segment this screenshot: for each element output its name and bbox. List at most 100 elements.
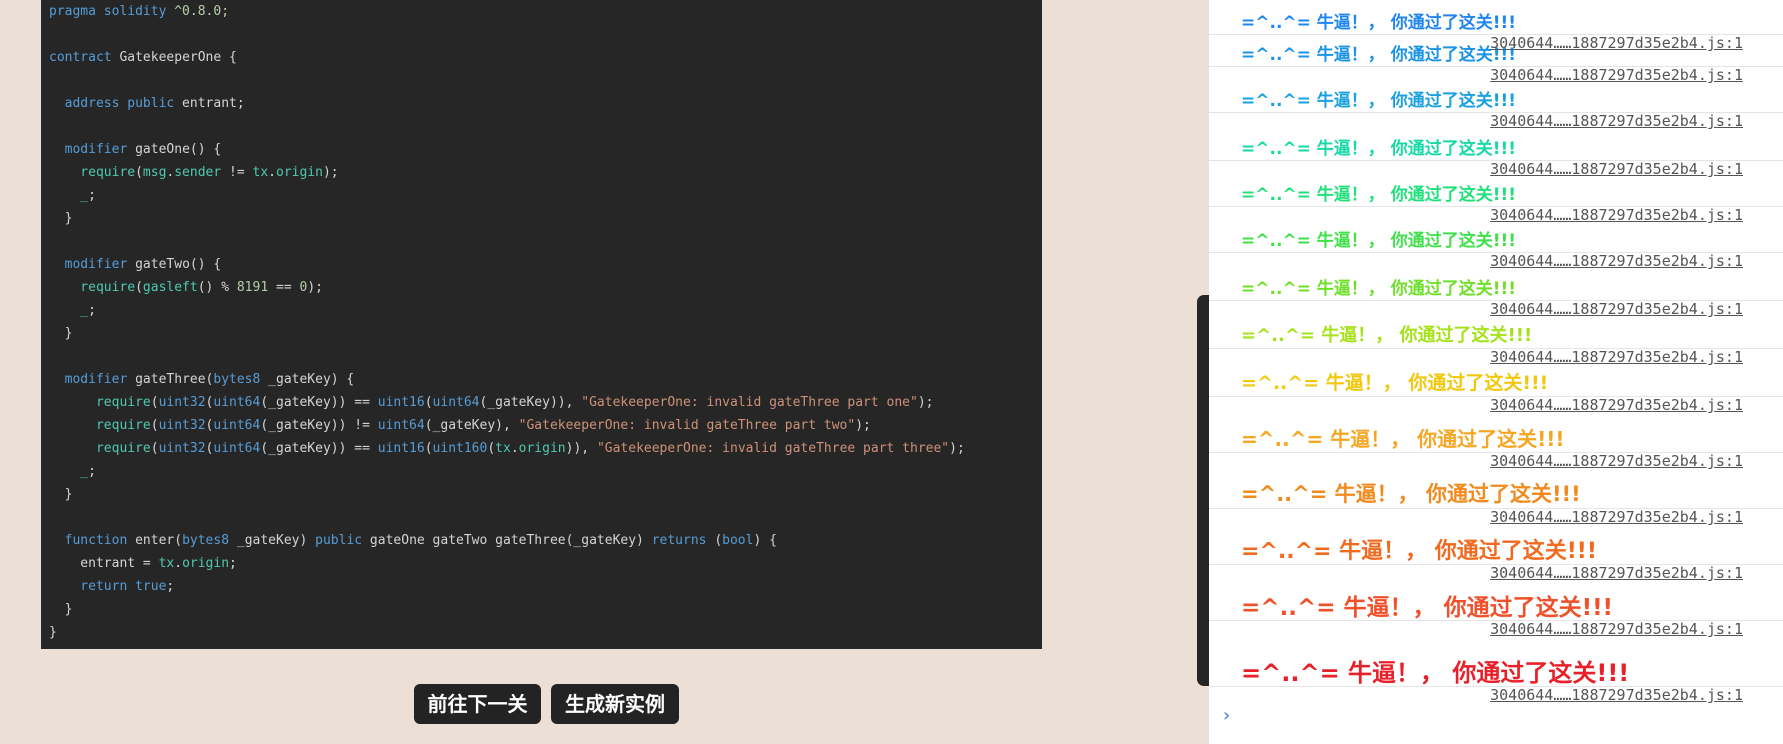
console-source-link[interactable]: 3040644……1887297d35e2b4.js:1 [1490, 396, 1743, 414]
code-token: GatekeeperOne { [111, 50, 237, 65]
console-source-link[interactable]: 3040644……1887297d35e2b4.js:1 [1490, 348, 1743, 366]
code-token: == [268, 280, 300, 295]
code-token: "GatekeeperOne: invalid gateThree part t… [596, 441, 950, 456]
console-source-link[interactable]: 3040644……1887297d35e2b4.js:1 [1490, 160, 1743, 178]
code-token: "GatekeeperOne: invalid gateThree part t… [518, 418, 856, 433]
console-source-link[interactable]: 3040644……1887297d35e2b4.js:1 [1490, 508, 1743, 526]
console-log-message: =^..^= 牛逼！， 你通过了这关!!! [1241, 595, 1614, 621]
code-token: contract [49, 50, 112, 65]
code-token: (_gateKey)), [479, 395, 582, 410]
code-token: ( [487, 441, 496, 456]
code-token: ( [135, 280, 143, 295]
console-log-message: =^..^= 牛逼！， 你通过了这关!!! [1241, 539, 1597, 564]
code-token: bool [722, 533, 754, 548]
console-log-message: =^..^= 牛逼！， 你通过了这关!!! [1241, 482, 1581, 506]
code-token: uint64 [213, 395, 261, 410]
code-token: . [174, 556, 183, 571]
console-source-link[interactable]: 3040644……1887297d35e2b4.js:1 [1490, 620, 1743, 638]
code-line: return true; [49, 575, 965, 598]
code-line: } [49, 483, 965, 506]
console-prompt-icon[interactable]: › [1221, 705, 1232, 726]
code-token: gateThree( [127, 372, 214, 387]
source-code-panel: pragma solidity ^0.8.0; contract Gatekeep… [41, 0, 1042, 649]
code-line: require(gasleft() % 8191 == 0); [49, 276, 965, 299]
code-token: gateOne() { [127, 142, 222, 157]
console-log-message: =^..^= 牛逼！， 你通过了这关!!! [1241, 325, 1533, 346]
code-token: ; [229, 556, 237, 571]
code-line: entrant = tx.origin; [49, 552, 965, 575]
code-token: public [315, 533, 363, 548]
console-log-message: =^..^= 牛逼！， 你通过了这关!!! [1241, 279, 1516, 299]
console-log-message: =^..^= 牛逼！， 你通过了这关!!! [1241, 659, 1630, 687]
code-token: gateOne gateTwo gateThree(_gateKey) [362, 533, 652, 548]
code-line: require(msg.sender != tx.origin); [49, 161, 965, 184]
console-source-link[interactable]: 3040644……1887297d35e2b4.js:1 [1490, 252, 1743, 270]
code-token: require [49, 395, 151, 410]
console-log-message: =^..^= 牛逼！， 你通过了这关!!! [1241, 372, 1549, 394]
code-token: } [49, 602, 73, 617]
source-code: pragma solidity ^0.8.0; contract Gatekeep… [49, 0, 965, 644]
code-token: function [49, 533, 128, 548]
code-token: . [510, 441, 519, 456]
code-token: uint32 [158, 418, 206, 433]
console-source-link[interactable]: 3040644……1887297d35e2b4.js:1 [1490, 686, 1743, 704]
code-line: require(uint32(uint64(_gateKey)) == uint… [49, 437, 965, 460]
code-token: ( [150, 418, 159, 433]
console-log-message: =^..^= 牛逼！， 你通过了这关!!! [1241, 91, 1516, 111]
code-token: (_gateKey)) != [260, 418, 378, 433]
code-token: return true [49, 579, 167, 594]
console-source-link[interactable]: 3040644……1887297d35e2b4.js:1 [1490, 206, 1743, 224]
code-token: ; [88, 188, 96, 203]
next-level-button[interactable]: 前往下一关 [414, 684, 541, 724]
code-line: _; [49, 460, 965, 483]
code-token: uint32 [158, 441, 206, 456]
code-token: require [49, 280, 136, 295]
code-line: require(uint32(uint64(_gateKey)) == uint… [49, 391, 965, 414]
code-token: . [268, 165, 276, 180]
new-instance-button[interactable]: 生成新实例 [551, 684, 679, 724]
code-token: gateTwo() { [127, 257, 222, 272]
code-line: require(uint32(uint64(_gateKey)) != uint… [49, 414, 965, 437]
code-token: ); [322, 165, 339, 180]
code-token: ( [150, 395, 159, 410]
console-source-link[interactable]: 3040644……1887297d35e2b4.js:1 [1490, 300, 1743, 318]
code-token: ) { [753, 533, 777, 548]
code-token: tx [252, 165, 269, 180]
code-token: } [49, 211, 73, 226]
console-source-link[interactable]: 3040644……1887297d35e2b4.js:1 [1490, 112, 1743, 130]
panel-divider [1197, 295, 1209, 686]
code-token: (_gateKey)) == [260, 441, 378, 456]
code-token: require [49, 441, 151, 456]
code-token: uint16 [377, 441, 425, 456]
console-source-link[interactable]: 3040644……1887297d35e2b4.js:1 [1490, 564, 1743, 582]
code-line: _; [49, 184, 965, 207]
code-line: contract GatekeeperOne { [49, 46, 965, 69]
code-token: ( [424, 395, 433, 410]
code-token: bytes8 [213, 372, 261, 387]
code-token: ( [135, 165, 143, 180]
code-line: } [49, 621, 965, 644]
code-token: _ [49, 188, 89, 203]
code-token: uint32 [158, 395, 206, 410]
code-token: _ [49, 303, 89, 318]
console-source-link[interactable]: 3040644……1887297d35e2b4.js:1 [1490, 452, 1743, 470]
console-source-link[interactable]: 3040644……1887297d35e2b4.js:1 [1490, 66, 1743, 84]
code-token: msg [142, 165, 167, 180]
code-token: ; [88, 464, 96, 479]
code-token: uint160 [432, 441, 488, 456]
code-token: bytes8 [182, 533, 230, 548]
code-line: modifier gateThree(bytes8 _gateKey) { [49, 368, 965, 391]
code-token: _ [49, 464, 89, 479]
console-source-link[interactable]: 3040644……1887297d35e2b4.js:1 [1490, 34, 1743, 52]
console-log-message: =^..^= 牛逼！， 你通过了这关!!! [1241, 427, 1565, 451]
code-token: pragma solidity [49, 4, 167, 19]
code-line: } [49, 207, 965, 230]
code-token: (_gateKey)) == [260, 395, 378, 410]
code-token: uint64 [377, 418, 425, 433]
code-token: != [221, 165, 253, 180]
code-line: _; [49, 299, 965, 322]
code-token: uint64 [432, 395, 480, 410]
devtools-console: › =^..^= 牛逼！， 你通过了这关!!! =^..^= 牛逼！， 你通过了这… [1209, 0, 1783, 744]
code-token: address public [49, 96, 175, 111]
